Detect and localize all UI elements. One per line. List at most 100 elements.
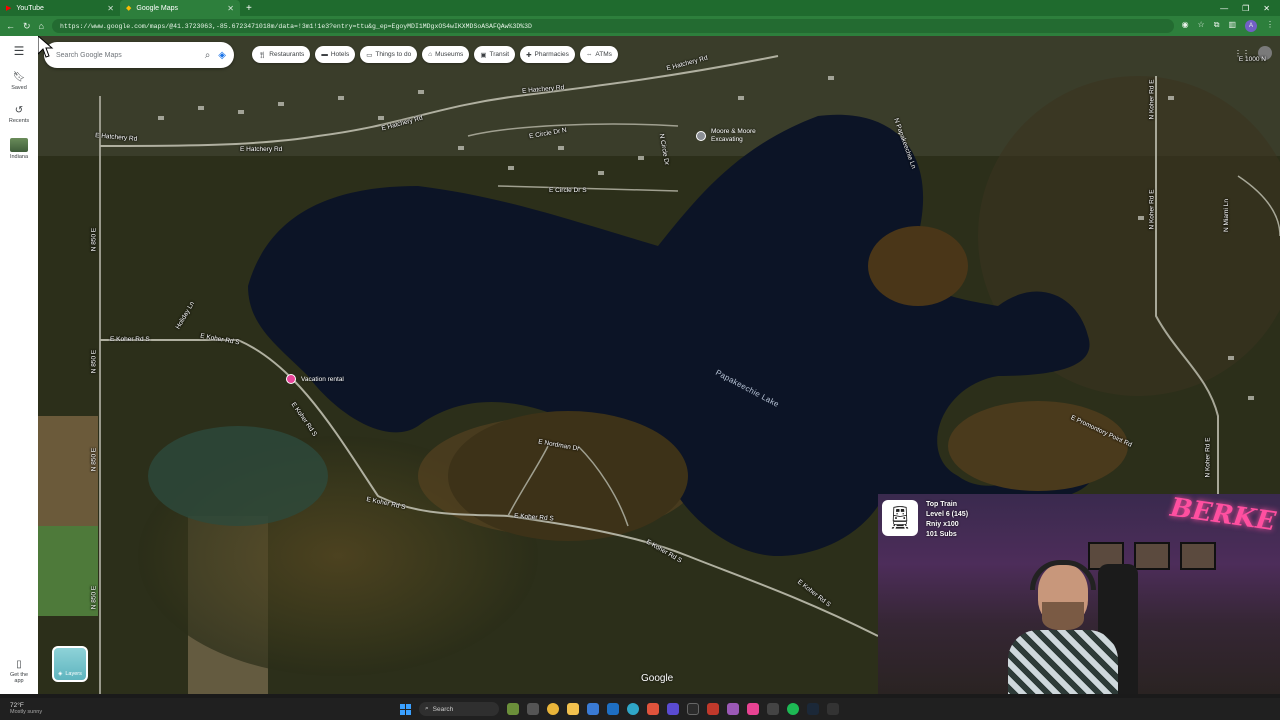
tab-youtube[interactable]: ▶ YouTube ✕: [0, 0, 120, 16]
youtube-icon: ▶: [6, 5, 12, 12]
spotify-icon[interactable]: [787, 703, 799, 715]
reload-icon[interactable]: ↻: [23, 21, 31, 32]
app-icon[interactable]: [687, 703, 699, 715]
maps-icon: ◆: [126, 5, 132, 12]
widget-line: Level 6 (145): [926, 511, 969, 518]
road-label: N Miami Ln: [1222, 199, 1230, 232]
app-icon[interactable]: [727, 703, 739, 715]
task-view-icon[interactable]: [527, 703, 539, 715]
maximize-icon[interactable]: ❐: [1242, 4, 1249, 13]
directions-icon[interactable]: ◈: [218, 50, 226, 61]
file-explorer-icon[interactable]: [567, 703, 579, 715]
chip-pharmacies[interactable]: ✚ Pharmacies: [520, 46, 575, 63]
window-controls: — ❐ ✕: [1220, 4, 1280, 13]
widget-line: 101 Subs: [926, 531, 957, 538]
road-label: N Koher Rd E: [1148, 79, 1156, 120]
road-label: E Hatchery Rd: [240, 146, 283, 153]
steam-icon[interactable]: [807, 703, 819, 715]
chip-hotels[interactable]: ▬ Hotels: [315, 46, 356, 63]
category-chips: 🍴︎ Restaurants ▬ Hotels ▭ Things to do ⌂ Mus…: [252, 46, 618, 63]
train-widget-text: Top Train Level 6 (145) Rniy x100 101 Su…: [926, 500, 968, 540]
get-app-button[interactable]: ▯ Get the app: [7, 659, 31, 684]
app-icon[interactable]: [767, 703, 779, 715]
weather-text: Mostly sunny: [10, 709, 43, 715]
rail-item-saved[interactable]: 🔖︎ Saved: [11, 72, 27, 91]
left-rail: ☰ 🔖︎ Saved ↺ Recents Indiana ▯ Get the a…: [0, 36, 38, 694]
new-tab-button[interactable]: +: [246, 3, 252, 14]
road-label: N 850 E: [90, 349, 98, 374]
chip-museums[interactable]: ⌂ Museums: [422, 46, 470, 63]
search-input[interactable]: Search Google Maps: [56, 52, 197, 59]
app-icon[interactable]: [707, 703, 719, 715]
more-icon[interactable]: ⋮: [1266, 20, 1274, 32]
weather-widget[interactable]: 72°F Mostly sunny: [0, 702, 60, 716]
temperature: 72°F: [10, 702, 24, 709]
poi-moore-excavating[interactable]: Moore & Moore Excavating: [696, 128, 756, 144]
chip-label: Things to do: [375, 51, 412, 58]
history-icon: ↺: [14, 105, 24, 116]
tab-title: Google Maps: [136, 4, 179, 12]
chip-label: Pharmacies: [534, 51, 569, 58]
app-icon[interactable]: [747, 703, 759, 715]
streamer: [1008, 554, 1118, 694]
app-icon[interactable]: [667, 703, 679, 715]
neon-sign: BERKE: [1168, 494, 1278, 538]
tab-title: YouTube: [16, 4, 44, 12]
google-logo: Google: [641, 673, 674, 684]
url-field[interactable]: https://www.google.com/maps/@41.3723063,…: [51, 19, 1174, 33]
home-icon[interactable]: ⌂: [39, 21, 44, 31]
minimize-icon[interactable]: —: [1220, 4, 1228, 13]
widgets-icon[interactable]: [507, 703, 519, 715]
road-label: E Koher Rd S: [110, 336, 150, 343]
address-bar: ← ↻ ⌂ https://www.google.com/maps/@41.37…: [0, 16, 1280, 36]
edge-icon[interactable]: [627, 703, 639, 715]
road-label: E 1000 N: [1238, 56, 1266, 63]
hamburger-icon[interactable]: ☰: [14, 44, 25, 58]
poi-vacation-rental[interactable]: Vacation rental: [286, 374, 344, 384]
location-icon[interactable]: ◉: [1182, 20, 1189, 32]
train-widget: 🚆︎ Top Train Level 6 (145) Rniy x100 101…: [882, 500, 968, 540]
close-icon[interactable]: ✕: [107, 4, 114, 13]
search-box[interactable]: Search Google Maps ⌕ ◈: [44, 42, 234, 68]
poi-label: Vacation rental: [301, 375, 344, 383]
rail-item-indiana[interactable]: Indiana: [10, 138, 28, 160]
layers-button[interactable]: ◈ Layers: [52, 646, 88, 682]
sidebar-icon[interactable]: ▥: [1228, 20, 1236, 32]
bed-icon: ▬: [321, 51, 328, 58]
taskbar-search[interactable]: ⌕ Search: [419, 702, 499, 716]
mouse-cursor-icon: [38, 36, 54, 58]
windows-start-icon[interactable]: [400, 703, 411, 715]
webcam-overlay: BERKE 🚆︎ Top Train Level 6 (145) Rniy x1…: [878, 494, 1280, 694]
store-icon[interactable]: [587, 703, 599, 715]
chip-restaurants[interactable]: 🍴︎ Restaurants: [252, 46, 311, 63]
chip-atms[interactable]: ⇔ ATMs: [579, 46, 618, 63]
chip-transit[interactable]: ▣ Transit: [474, 46, 516, 63]
close-icon[interactable]: ✕: [227, 4, 234, 13]
poi-label: Moore & Moore Excavating: [711, 128, 756, 144]
search-icon[interactable]: ⌕: [205, 50, 211, 61]
rail-item-recents[interactable]: ↺ Recents: [9, 105, 29, 124]
headset: [1030, 560, 1096, 590]
poi-label-line1: Moore & Moore: [711, 128, 756, 135]
ticket-icon: ▭: [366, 51, 373, 59]
close-window-icon[interactable]: ✕: [1263, 4, 1270, 13]
tab-google-maps[interactable]: ◆ Google Maps ✕: [120, 0, 240, 16]
chip-label: Hotels: [330, 51, 350, 58]
road-label: N Koher Rd E: [1148, 189, 1156, 230]
back-icon[interactable]: ←: [6, 21, 15, 31]
layers-label: Layers: [65, 671, 82, 677]
extensions-icon[interactable]: ⧉: [1214, 20, 1220, 32]
chip-things-to-do[interactable]: ▭ Things to do: [360, 46, 418, 63]
app-icon[interactable]: [647, 703, 659, 715]
app-icon[interactable]: [827, 703, 839, 715]
taskbar-search-label: Search: [432, 705, 454, 713]
chrome-icon[interactable]: [547, 703, 559, 715]
chip-label: Restaurants: [269, 51, 305, 58]
train-icon: 🚆︎: [882, 500, 918, 536]
profile-avatar[interactable]: A: [1245, 20, 1257, 32]
url-text: https://www.google.com/maps/@41.3723063,…: [59, 22, 532, 30]
outlook-icon[interactable]: [607, 703, 619, 715]
star-icon[interactable]: ☆: [1198, 20, 1205, 32]
widget-title: Top Train: [926, 501, 957, 508]
road-label: N 850 E: [90, 447, 98, 472]
